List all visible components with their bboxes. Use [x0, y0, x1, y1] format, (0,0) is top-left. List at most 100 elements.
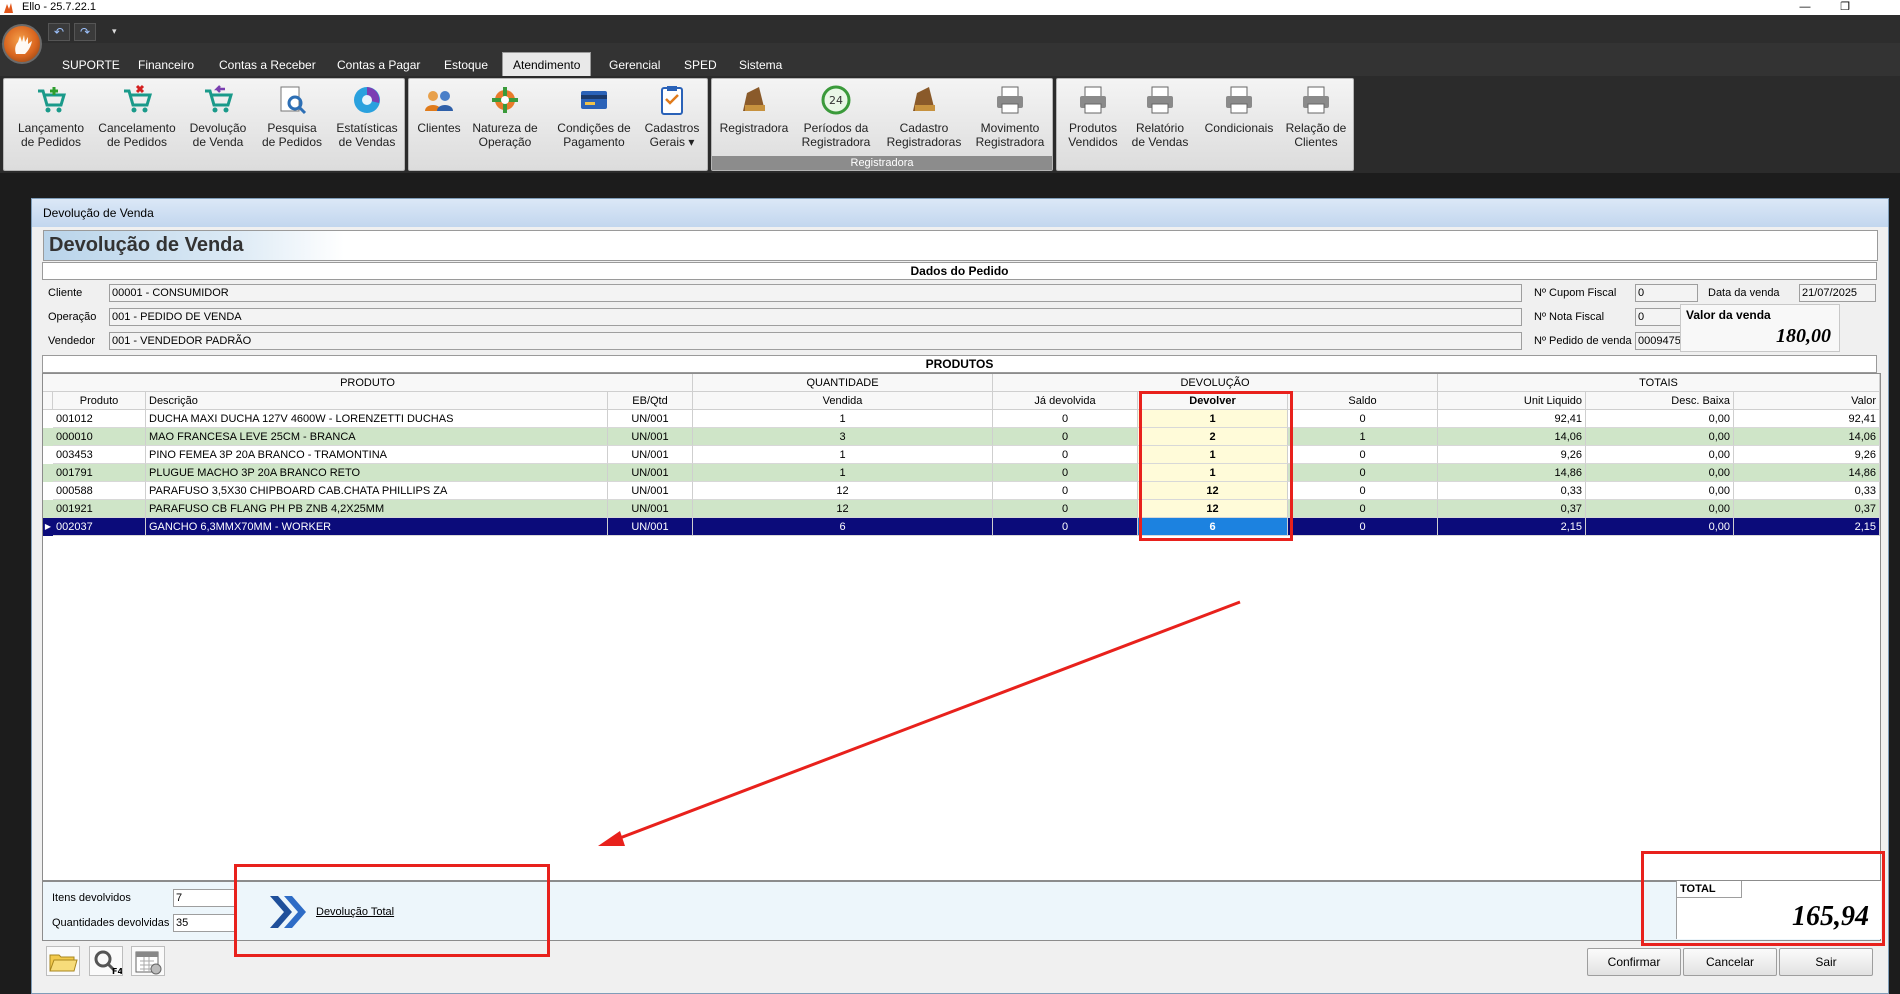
table-row[interactable]: 001012 DUCHA MAXI DUCHA 127V 4600W - LORE… — [43, 410, 1880, 428]
tab-suporte[interactable]: SUPORTE — [58, 54, 124, 76]
relatorio-vendas-button[interactable]: Relatório de Vendas — [1129, 83, 1191, 149]
calendar-icon[interactable] — [131, 946, 165, 976]
table-row[interactable]: 001921 PARAFUSO CB FLANG PH PB ZNB 4,2X25… — [43, 500, 1880, 518]
vendedor-field[interactable]: 001 - VENDEDOR PADRÃO — [109, 332, 1522, 350]
ribbon-label: Produtos — [1068, 121, 1118, 135]
tab-estoque[interactable]: Estoque — [440, 54, 492, 76]
operacao-field[interactable]: 001 - PEDIDO DE VENDA — [109, 308, 1522, 326]
cliente-label: Cliente — [48, 287, 83, 299]
cell-ja-devolvida: 0 — [993, 482, 1138, 500]
cliente-field[interactable]: 00001 - CONSUMIDOR — [109, 284, 1522, 302]
cell-saldo: 0 — [1288, 482, 1438, 500]
tab-contas-receber[interactable]: Contas a Receber — [215, 54, 320, 76]
col-ebqtd[interactable]: EB/Qtd — [608, 392, 693, 410]
ribbon-group-relatorios: Produtos Vendidos Relatório de Vendas Co… — [1056, 78, 1354, 171]
tab-financeiro[interactable]: Financeiro — [134, 54, 198, 76]
pesquisa-pedidos-button[interactable]: Pesquisa de Pedidos — [257, 83, 327, 149]
group-header-produto: PRODUTO — [43, 374, 693, 392]
col-desc-baixa[interactable]: Desc. Baixa — [1586, 392, 1734, 410]
tab-sped[interactable]: SPED — [680, 54, 721, 76]
cell-ja-devolvida: 0 — [993, 446, 1138, 464]
quantidades-devolvidas-label: Quantidades devolvidas — [52, 917, 170, 929]
estatisticas-vendas-button[interactable]: Estatísticas de Vendas — [332, 83, 402, 149]
table-row[interactable]: 000010 MAO FRANCESA LEVE 25CM - BRANCA UN/… — [43, 428, 1880, 446]
ribbon-group-registradora: Registradora 24 Períodos da Registradora… — [711, 78, 1053, 171]
natureza-operacao-button[interactable]: Natureza de Operação — [469, 83, 541, 149]
table-row[interactable]: ▶ 002037 GANCHO 6,3MMX70MM - WORKER UN/001 6… — [43, 518, 1880, 536]
cell-saldo: 0 — [1288, 410, 1438, 428]
col-saldo[interactable]: Saldo — [1288, 392, 1438, 410]
ribbon-group-cadastros: Clientes Natureza de Operação Condições … — [408, 78, 708, 171]
cell-ebqtd: UN/001 — [608, 446, 693, 464]
cupom-field[interactable]: 0 — [1635, 284, 1698, 302]
cell-valor: 14,06 — [1734, 428, 1880, 446]
col-vendida[interactable]: Vendida — [693, 392, 993, 410]
cell-unit-liquido: 14,06 — [1438, 428, 1586, 446]
col-produto[interactable]: Produto — [53, 392, 146, 410]
tab-atendimento[interactable]: Atendimento — [502, 52, 592, 76]
condicionais-button[interactable]: Condicionais — [1199, 83, 1279, 135]
cancelamento-pedidos-button[interactable]: Cancelamento de Pedidos — [94, 83, 180, 149]
data-venda-field[interactable]: 21/07/2025 — [1799, 284, 1876, 302]
cell-descricao: PINO FEMEA 3P 20A BRANCO - TRAMONTINA — [146, 446, 608, 464]
table-row[interactable]: 003453 PINO FEMEA 3P 20A BRANCO - TRAMONT… — [43, 446, 1880, 464]
sair-button[interactable]: Sair — [1779, 948, 1873, 976]
relacao-clientes-button[interactable]: Relação de Clientes — [1283, 83, 1349, 149]
qat-customize-icon[interactable]: ▾ — [112, 26, 117, 37]
cadastro-registradoras-button[interactable]: Cadastro Registradoras — [884, 83, 964, 149]
periodos-registradora-button[interactable]: 24 Períodos da Registradora — [800, 83, 872, 149]
produtos-vendidos-button[interactable]: Produtos Vendidos — [1063, 83, 1123, 149]
cadastros-gerais-button[interactable]: Cadastros Gerais ▾ — [641, 83, 703, 149]
folder-open-icon[interactable] — [46, 946, 80, 976]
row-indicator — [43, 446, 53, 464]
cancelar-button[interactable]: Cancelar — [1683, 948, 1777, 976]
cell-vendida: 1 — [693, 410, 993, 428]
operation-icon — [492, 87, 518, 113]
col-descricao[interactable]: Descrição — [146, 392, 608, 410]
search-f4-icon[interactable]: F4 — [89, 946, 123, 976]
application-menu-button[interactable] — [2, 24, 42, 64]
cart-cancel-icon — [124, 84, 153, 113]
clock-24-icon: 24 — [821, 85, 851, 115]
svg-text:F4: F4 — [112, 967, 122, 975]
tab-sistema[interactable]: Sistema — [735, 54, 786, 76]
cell-descricao: GANCHO 6,3MMX70MM - WORKER — [146, 518, 608, 536]
ribbon-label: Estatísticas — [336, 121, 398, 135]
tab-gerencial[interactable]: Gerencial — [605, 54, 664, 76]
row-indicator: ▶ — [44, 522, 52, 531]
ribbon-group-pedidos: Lançamento de Pedidos Cancelamento de Pe… — [3, 78, 405, 171]
cell-unit-liquido: 14,86 — [1438, 464, 1586, 482]
clientes-button[interactable]: Clientes — [414, 83, 464, 135]
devolucao-venda-button[interactable]: Devolução de Venda — [185, 83, 251, 149]
col-ja-devolvida[interactable]: Já devolvida — [993, 392, 1138, 410]
cell-ebqtd: UN/001 — [608, 518, 693, 536]
minimize-button[interactable]: — — [1790, 0, 1820, 15]
col-valor[interactable]: Valor — [1734, 392, 1880, 410]
tab-contas-pagar[interactable]: Contas a Pagar — [333, 54, 424, 76]
undo-icon[interactable]: ↶ — [48, 23, 70, 41]
ribbon-label: Devolução — [189, 121, 247, 135]
registradora-button[interactable]: Registradora — [718, 83, 790, 135]
cell-vendida: 6 — [693, 518, 993, 536]
ribbon-label: Movimento — [980, 121, 1040, 135]
cell-saldo: 0 — [1288, 518, 1438, 536]
table-row[interactable]: 000588 PARAFUSO 3,5X30 CHIPBOARD CAB.CHAT… — [43, 482, 1880, 500]
col-unit-liquido[interactable]: Unit Liquido — [1438, 392, 1586, 410]
condicoes-pagamento-button[interactable]: Condições de Pagamento — [554, 83, 634, 149]
cell-descricao: DUCHA MAXI DUCHA 127V 4600W - LORENZETTI… — [146, 410, 608, 428]
lancamento-pedidos-button[interactable]: Lançamento de Pedidos — [12, 83, 90, 149]
redo-icon[interactable]: ↷ — [74, 23, 96, 41]
cell-unit-liquido: 0,37 — [1438, 500, 1586, 518]
ribbon-label: Condições de — [557, 121, 631, 135]
confirmar-button[interactable]: Confirmar — [1587, 948, 1681, 976]
ribbon-label: Relação de — [1285, 121, 1347, 135]
movimento-registradora-button[interactable]: Movimento Registradora — [972, 83, 1048, 149]
cell-unit-liquido: 0,33 — [1438, 482, 1586, 500]
table-row[interactable]: 001791 PLUGUE MACHO 3P 20A BRANCO RETO UN/… — [43, 464, 1880, 482]
operacao-label: Operação — [48, 311, 97, 323]
ribbon-label: Registradora — [801, 135, 871, 149]
quick-access-toolbar — [0, 15, 1900, 43]
restore-button[interactable]: ❐ — [1830, 0, 1860, 15]
people-icon — [425, 91, 453, 111]
ribbon-label: Registradora — [719, 121, 789, 135]
